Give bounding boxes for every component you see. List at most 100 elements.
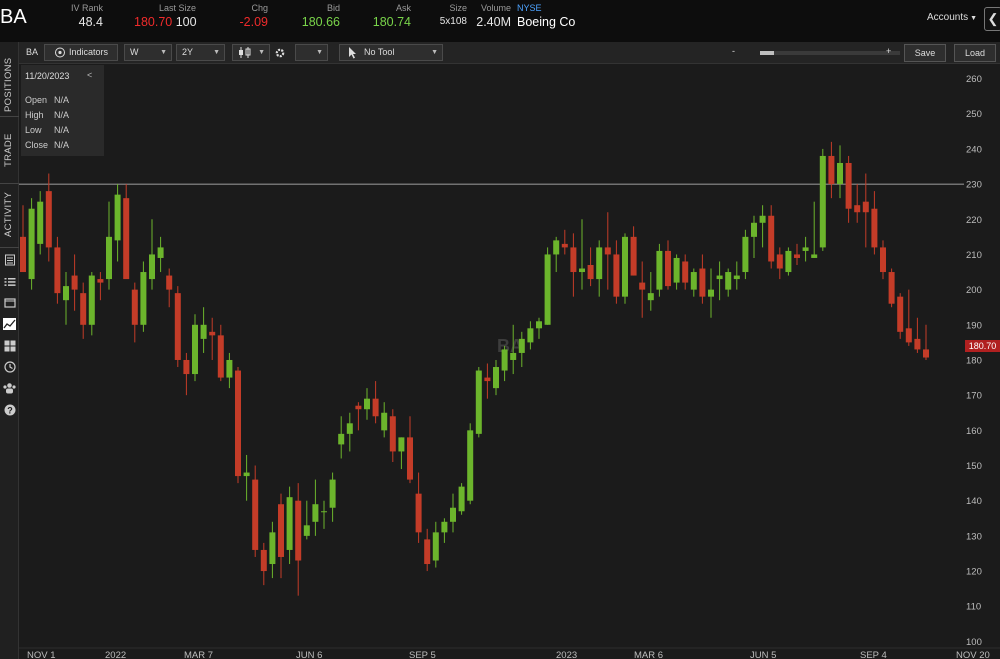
candle[interactable] <box>914 317 921 353</box>
chart-icon[interactable] <box>3 318 16 330</box>
candle[interactable] <box>166 268 173 308</box>
candle[interactable] <box>845 155 852 223</box>
candle[interactable] <box>579 219 585 290</box>
candle[interactable] <box>346 412 353 452</box>
window-icon[interactable] <box>3 297 16 309</box>
candle[interactable] <box>252 465 259 557</box>
help-icon[interactable]: ? <box>3 404 16 416</box>
symbol-title[interactable]: BA <box>0 6 27 29</box>
candle[interactable] <box>303 500 310 540</box>
candle[interactable] <box>424 528 431 572</box>
candle[interactable] <box>871 191 878 255</box>
candle[interactable] <box>312 479 319 536</box>
candle[interactable] <box>665 240 671 290</box>
candle[interactable] <box>622 233 628 304</box>
candle[interactable] <box>776 247 783 280</box>
candle[interactable] <box>286 486 293 565</box>
candle[interactable] <box>54 236 61 304</box>
candle[interactable] <box>329 472 336 522</box>
clock-icon[interactable] <box>3 361 16 373</box>
candle[interactable] <box>355 402 362 431</box>
candle[interactable] <box>596 240 603 297</box>
candle[interactable] <box>493 359 499 396</box>
community-icon[interactable] <box>3 382 16 394</box>
zoom-out-button[interactable]: - <box>732 46 735 56</box>
candle[interactable] <box>923 324 929 360</box>
candle[interactable] <box>450 493 456 533</box>
drawing-color-select[interactable]: ▼ <box>295 44 328 61</box>
candle[interactable] <box>467 423 474 505</box>
candle[interactable] <box>321 500 327 529</box>
candle[interactable] <box>888 268 895 308</box>
candle[interactable] <box>811 201 818 258</box>
candle[interactable] <box>80 282 87 339</box>
candle[interactable] <box>114 184 121 262</box>
candle[interactable] <box>372 381 379 424</box>
candle[interactable] <box>484 363 491 399</box>
candle[interactable] <box>837 145 843 199</box>
load-button[interactable]: Load <box>954 44 996 62</box>
candle[interactable] <box>432 521 439 568</box>
candle[interactable] <box>441 518 448 543</box>
candle[interactable] <box>682 254 689 290</box>
candle[interactable] <box>398 437 405 470</box>
candle[interactable] <box>415 472 422 543</box>
candle[interactable] <box>751 215 757 258</box>
candle[interactable] <box>561 229 568 255</box>
candle[interactable] <box>200 307 207 353</box>
candle[interactable] <box>604 212 611 290</box>
candle[interactable] <box>269 521 276 579</box>
candle[interactable] <box>716 261 723 301</box>
candle[interactable] <box>407 416 413 484</box>
candle[interactable] <box>501 345 508 382</box>
candle[interactable] <box>123 184 130 280</box>
toolbar-symbol[interactable]: BA <box>26 47 38 57</box>
candle[interactable] <box>63 272 69 325</box>
candle[interactable] <box>690 268 697 297</box>
candle[interactable] <box>708 268 714 318</box>
candle[interactable] <box>527 321 534 350</box>
list-icon[interactable] <box>3 276 16 288</box>
candlestick-chart[interactable]: BA 1001101201301401501601701801902002102… <box>19 64 1000 659</box>
candle[interactable] <box>278 493 284 579</box>
candle[interactable] <box>819 148 826 251</box>
candle[interactable] <box>157 236 164 273</box>
candle[interactable] <box>785 247 792 276</box>
chart-type-select[interactable]: ▼ <box>232 44 270 61</box>
candle[interactable] <box>97 272 104 301</box>
candle[interactable] <box>295 483 302 596</box>
candle[interactable] <box>149 219 155 290</box>
candle[interactable] <box>802 236 809 262</box>
candle[interactable] <box>536 317 542 339</box>
notes-icon[interactable] <box>3 254 16 266</box>
zoom-slider[interactable] <box>760 51 900 55</box>
candle[interactable] <box>905 289 912 346</box>
candle[interactable] <box>759 205 766 248</box>
candle[interactable] <box>389 409 396 462</box>
candle[interactable] <box>897 293 904 339</box>
candle[interactable] <box>45 173 52 262</box>
candle[interactable] <box>862 173 869 248</box>
candle[interactable] <box>794 243 800 265</box>
candle[interactable] <box>20 205 26 273</box>
candle[interactable] <box>364 388 370 420</box>
interval-select[interactable]: W ▼ <box>124 44 172 61</box>
candle[interactable] <box>88 272 95 336</box>
candle[interactable] <box>217 324 224 382</box>
candle[interactable] <box>544 247 551 325</box>
candle[interactable] <box>587 247 594 287</box>
candle[interactable] <box>28 198 35 290</box>
zoom-in-button[interactable]: + <box>886 46 891 56</box>
ask-value[interactable]: 180.74 <box>366 14 411 30</box>
collapse-info-button[interactable]: < <box>87 70 92 80</box>
price-chart[interactable]: BA 100 110 120 130 140 150 160 170 180 190 200 210 2… <box>19 64 1000 659</box>
collapse-panel-button[interactable]: ❮ <box>984 7 1000 31</box>
candle[interactable] <box>880 240 886 280</box>
candle[interactable] <box>174 286 181 368</box>
candle[interactable] <box>106 201 112 290</box>
candle[interactable] <box>235 367 241 484</box>
range-select[interactable]: 2Y ▼ <box>176 44 225 61</box>
candle[interactable] <box>570 233 577 297</box>
candle[interactable] <box>854 184 861 223</box>
candle[interactable] <box>699 254 706 304</box>
